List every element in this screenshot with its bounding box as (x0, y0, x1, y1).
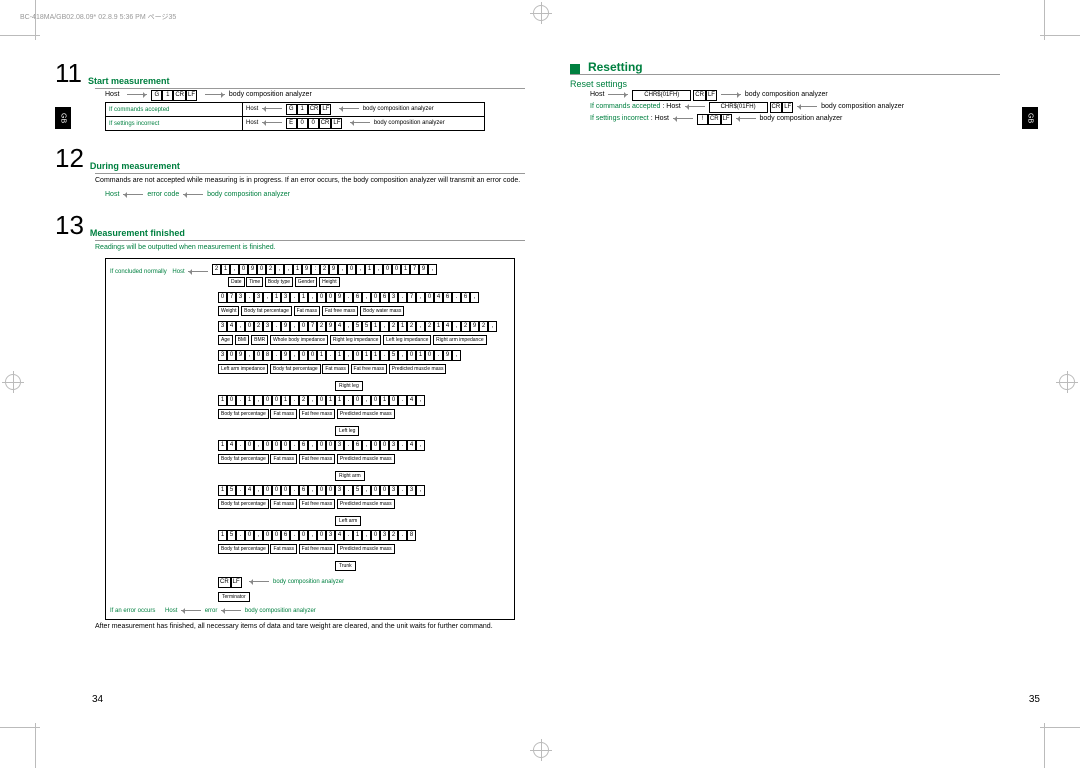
resetting-heading: Resetting (570, 60, 1050, 74)
page-number-left: 34 (92, 694, 103, 705)
data-output-box: If concluded normally Host 21,0902,,19:2… (105, 258, 515, 620)
section-title: During measurement (90, 161, 180, 171)
section-number: 11 (55, 60, 82, 86)
page-number-right: 35 (1029, 694, 1040, 705)
page-right: Resetting Reset settings Host CHR$(01FH)… (570, 60, 1050, 126)
crop-mark (0, 727, 40, 728)
section-title: Start measurement (88, 76, 170, 86)
section-intro: Readings will be outputted when measurem… (95, 243, 535, 252)
host-command-line: Host G1CRLF body composition analyzer (105, 90, 535, 101)
crop-mark (0, 35, 40, 36)
section-number: 12 (55, 145, 84, 171)
registration-mark-icon (5, 374, 21, 390)
registration-mark-icon (1059, 374, 1075, 390)
section-outro: After measurement has finished, all nece… (95, 622, 535, 631)
reset-subtitle: Reset settings (570, 79, 1000, 89)
registration-mark-icon (533, 742, 549, 758)
section-number: 13 (55, 212, 84, 238)
crop-mark (1044, 0, 1045, 40)
section-13: 13 Measurement finished Readings will be… (55, 212, 535, 631)
section-12: 12 During measurement Commands are not a… (55, 145, 535, 198)
crop-mark (1040, 35, 1080, 36)
section-text: Commands are not accepted while measurin… (95, 176, 535, 185)
page-left: 11 Start measurement Host G1CRLF body co… (55, 60, 535, 637)
response-table: If commands accepted Host G1CRLF body co… (105, 102, 485, 131)
error-line: Host error code body composition analyze… (105, 191, 535, 198)
section-title: Measurement finished (90, 228, 185, 238)
section-11: 11 Start measurement Host G1CRLF body co… (55, 60, 535, 131)
print-header: BC-418MA/GB02.08.09* 02.8.9 5:36 PM ページ3… (20, 12, 176, 22)
registration-mark-icon (533, 5, 549, 21)
crop-mark (1040, 727, 1080, 728)
crop-mark (1044, 723, 1045, 768)
crop-mark (35, 723, 36, 768)
